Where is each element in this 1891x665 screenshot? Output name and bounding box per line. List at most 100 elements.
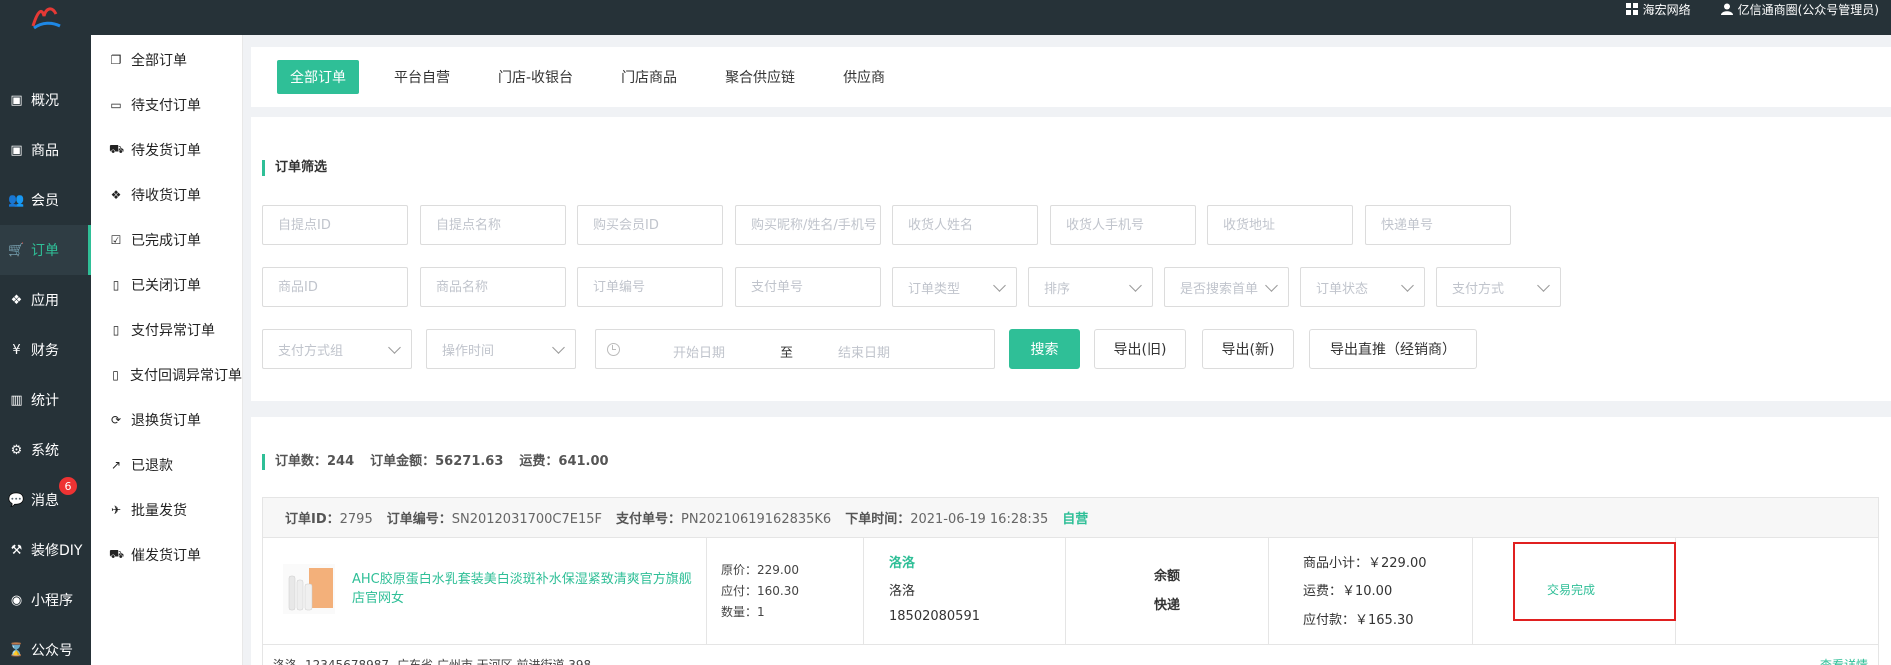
filter-title: 订单筛选 (262, 160, 327, 176)
submenu-item-7[interactable]: ▯ 支付回调异常订单 (91, 352, 242, 397)
trash-icon: ▯ (112, 277, 120, 292)
sidebar-item-7[interactable]: ⚙ 系统 (0, 425, 91, 475)
user-menu[interactable]: 亿信通商圈(公众号管理员) (1720, 1, 1879, 18)
buyer-nick-link[interactable]: 洛洛 (889, 552, 915, 571)
submenu-item-11[interactable]: ⛟ 催发货订单 (91, 532, 242, 577)
order-amount: 订单金额：56271.63 (370, 454, 504, 469)
date-range-picker[interactable]: 开始日期 至 结束日期 (595, 329, 995, 369)
product-thumbnail[interactable] (283, 564, 335, 614)
yen-icon: ¥ (12, 342, 21, 358)
filter-input-row2-2[interactable] (577, 267, 723, 307)
trash-icon: ▯ (112, 367, 119, 382)
select-placeholder: 订单类型 (908, 281, 961, 297)
sidebar-item-2[interactable]: 👥 会员 (0, 175, 91, 225)
filter-input-4[interactable] (892, 205, 1038, 245)
buyer-phone: 18502080591 (889, 609, 980, 624)
order-summary: 订单数：244 订单金额：56271.63 运费：641.00 (262, 454, 609, 470)
pay-method: 余额 (1154, 569, 1181, 584)
overview-icon: ▣ (10, 92, 23, 108)
sidebar-item-label: 小程序 (31, 593, 73, 609)
chevron-down-icon (552, 341, 565, 354)
filter-input-5[interactable] (1050, 205, 1196, 245)
submenu-item-label: 支付异常订单 (131, 322, 215, 339)
submenu-item-9[interactable]: ↗ 已退款 (91, 442, 242, 487)
submenu-item-6[interactable]: ▯ 支付异常订单 (91, 307, 242, 352)
filter-input-1[interactable] (420, 205, 566, 245)
product-name-link[interactable]: AHC胶原蛋白水乳套装美白淡斑补水保湿紧致清爽官方旗舰店官网女 (352, 570, 702, 608)
filter-input-3[interactable] (735, 205, 881, 245)
sidebar-item-4[interactable]: ❖ 应用 (0, 275, 91, 325)
filter-input-7[interactable] (1365, 205, 1511, 245)
filter-input-6[interactable] (1207, 205, 1353, 245)
submenu-item-3[interactable]: ❖ 待收货订单 (91, 172, 242, 217)
tab-bar: 全部订单 平台自营 门店-收银台 门店商品 聚合供应链 供应商 (251, 47, 1891, 107)
filter-input-2[interactable] (577, 205, 723, 245)
sidebar-item-label: 会员 (31, 193, 59, 209)
filter-select-4[interactable]: 支付方式 (1436, 267, 1561, 307)
filter-input-row2-3[interactable] (735, 267, 881, 307)
tab-0[interactable]: 全部订单 (277, 60, 359, 94)
members-icon: 👥 (8, 192, 25, 208)
submenu-item-label: 已退款 (131, 457, 173, 474)
filter-select-row3-1[interactable]: 操作时间 (426, 329, 576, 369)
tab-2[interactable]: 门店-收银台 (485, 60, 586, 94)
amount-cell: 商品小计：￥229.00 运费：￥10.00 应付款：￥165.30 (1269, 538, 1473, 644)
grid-icon (1625, 3, 1638, 15)
select-placeholder: 排序 (1044, 281, 1071, 297)
order-id: 2795 (339, 512, 373, 527)
sidebar-item-3[interactable]: 🛒 订单 (0, 225, 91, 275)
submenu-item-label: 已关闭订单 (131, 277, 201, 294)
sidebar-item-5[interactable]: ¥ 财务 (0, 325, 91, 375)
order-submenu: ❐ 全部订单 ▭ 待支付订单 ⛟ 待发货订单 ❖ 待收货订单 ☑ 已完成订单 ▯ 已关闭订单 ▯ 支付异常… (91, 35, 243, 665)
select-placeholder: 是否搜索首单 (1180, 281, 1259, 297)
truck-icon: ⛟ (109, 141, 125, 156)
filter-input-0[interactable] (262, 205, 408, 245)
hammer-icon: ⚒ (10, 542, 23, 558)
sidebar-item-10[interactable]: ◉ 小程序 (0, 575, 91, 625)
filter-input-row2-1[interactable] (420, 267, 566, 307)
submenu-item-2[interactable]: ⛟ 待发货订单 (91, 127, 242, 172)
submenu-item-label: 支付回调异常订单 (130, 367, 242, 384)
network-link[interactable]: 海宏网络 (1625, 1, 1691, 18)
sidebar-item-label: 公众号 (31, 643, 73, 659)
sidebar-item-8[interactable]: 💬 消息 6 (0, 475, 91, 525)
submenu-item-4[interactable]: ☑ 已完成订单 (91, 217, 242, 262)
sidebar-item-label: 统计 (31, 393, 59, 409)
submenu-item-0[interactable]: ❐ 全部订单 (91, 37, 242, 82)
tab-4[interactable]: 聚合供应链 (712, 60, 808, 94)
filter-input-row2-0[interactable] (262, 267, 408, 307)
tab-5[interactable]: 供应商 (830, 60, 898, 94)
quantity: 数量：1 (721, 605, 765, 619)
view-detail-link[interactable]: 查看详情 (1820, 656, 1868, 665)
export-direct-button[interactable]: 导出直推（经销商） (1309, 329, 1477, 369)
tab-3[interactable]: 门店商品 (608, 60, 690, 94)
order-status: 交易完成 (1547, 583, 1596, 597)
receiver-address: 广东省 广州市 天河区 前进街道 398 (397, 658, 592, 665)
export-old-button[interactable]: 导出(旧) (1094, 329, 1186, 369)
sidebar-item-11[interactable]: ⌛ 公众号 (0, 625, 91, 665)
wechat-icon: ◉ (10, 592, 23, 608)
share-square-icon: ↗ (110, 457, 122, 472)
export-new-button[interactable]: 导出(新) (1202, 329, 1294, 369)
logo-icon[interactable] (30, 6, 62, 30)
user-icon (1720, 3, 1733, 15)
filter-select-row3-0[interactable]: 支付方式组 (262, 329, 412, 369)
filter-select-2[interactable]: 是否搜索首单 (1164, 267, 1289, 307)
sidebar-item-6[interactable]: ▥ 统计 (0, 375, 91, 425)
sidebar-item-9[interactable]: ⚒ 装修DIY (0, 525, 91, 575)
tab-1[interactable]: 平台自营 (381, 60, 463, 94)
date-end: 结束日期 (838, 346, 891, 361)
filter-select-3[interactable]: 订单状态 (1300, 267, 1425, 307)
chevron-down-icon (1265, 279, 1278, 292)
submenu-item-5[interactable]: ▯ 已关闭订单 (91, 262, 242, 307)
order-freight: 运费：641.00 (519, 454, 609, 469)
filter-select-1[interactable]: 排序 (1028, 267, 1153, 307)
filter-select-0[interactable]: 订单类型 (892, 267, 1017, 307)
apps-icon: ❖ (10, 292, 23, 308)
submenu-item-10[interactable]: ✈ 批量发货 (91, 487, 242, 532)
sidebar-item-0[interactable]: ▣ 概况 (0, 75, 91, 125)
submenu-item-1[interactable]: ▭ 待支付订单 (91, 82, 242, 127)
search-button[interactable]: 搜索 (1009, 329, 1080, 369)
submenu-item-8[interactable]: ⟳ 退换货订单 (91, 397, 242, 442)
sidebar-item-1[interactable]: ▣ 商品 (0, 125, 91, 175)
